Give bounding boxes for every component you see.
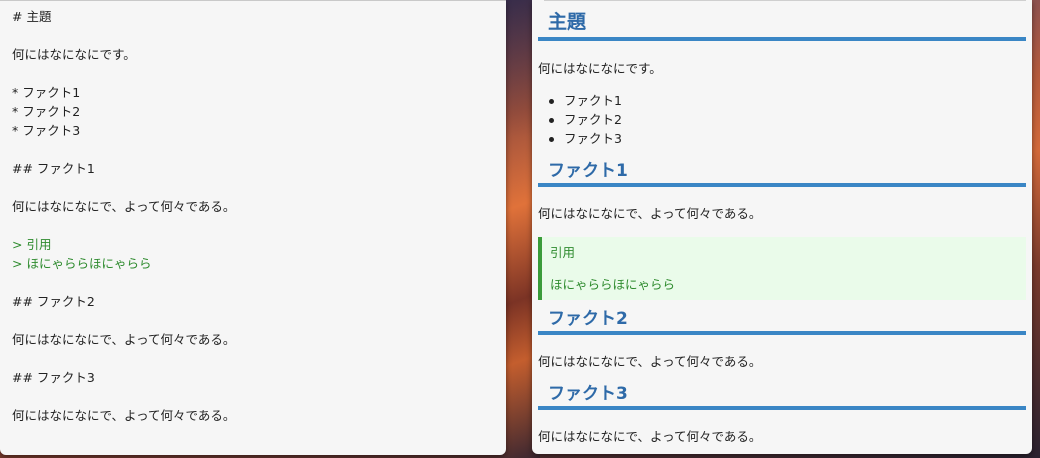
editor-line[interactable]: * ファクト1 <box>12 83 498 102</box>
editor-line[interactable]: ## ファクト1 <box>12 159 498 178</box>
preview-h1-title: 主題 <box>538 8 1026 41</box>
editor-line[interactable] <box>12 216 498 235</box>
markdown-source-text[interactable]: # 主題何にはなになにです。 * ファクト1 * ファクト2 * ファクト3 ## ファ… <box>12 7 498 425</box>
editor-line[interactable]: 何にはなになにで、よって何々である。 <box>12 330 498 349</box>
editor-line[interactable]: # 主題 <box>12 7 498 26</box>
editor-line[interactable] <box>12 140 498 159</box>
blockquote-line: 引用 <box>550 245 576 260</box>
preview-h2-fact3: ファクト3 <box>538 382 1026 410</box>
editor-line[interactable]: 何にはなになにで、よって何々である。 <box>12 406 498 425</box>
editor-quote-line[interactable]: > ほにゃららほにゃらら <box>12 254 498 273</box>
editor-line[interactable] <box>12 26 498 45</box>
editor-line[interactable] <box>12 64 498 83</box>
preview-fact2-paragraph: 何にはなになにで、よって何々である。 <box>538 354 762 369</box>
markdown-preview-pane: 主題 何にはなになにです。 ファクト1 ファクト2 ファクト3 ファクト1 何に… <box>532 0 1032 454</box>
preview-fact3-paragraph: 何にはなになにで、よって何々である。 <box>538 429 762 444</box>
editor-line[interactable] <box>12 273 498 292</box>
blockquote-line: ほにゃららほにゃらら <box>550 277 676 292</box>
editor-line[interactable]: * ファクト3 <box>12 121 498 140</box>
editor-quote-line[interactable]: > 引用 <box>12 235 498 254</box>
editor-line[interactable]: ## ファクト3 <box>12 368 498 387</box>
list-item: ファクト1 <box>549 93 622 108</box>
preview-fact-list: ファクト1 ファクト2 ファクト3 <box>549 91 622 148</box>
editor-line[interactable]: 何にはなになにで、よって何々である。 <box>12 197 498 216</box>
editor-line[interactable] <box>12 387 498 406</box>
list-item: ファクト3 <box>549 131 622 146</box>
editor-line[interactable] <box>12 349 498 368</box>
preview-h2-fact2: ファクト2 <box>538 307 1026 335</box>
editor-line[interactable]: * ファクト2 <box>12 102 498 121</box>
editor-line[interactable] <box>12 178 498 197</box>
editor-line[interactable]: 何にはなになにです。 <box>12 45 498 64</box>
editor-line[interactable]: ## ファクト2 <box>12 292 498 311</box>
preview-fact1-paragraph: 何にはなになにで、よって何々である。 <box>538 206 762 221</box>
preview-top-divider <box>544 0 1026 1</box>
preview-intro-paragraph: 何にはなになにです。 <box>538 61 662 76</box>
preview-blockquote: 引用 ほにゃららほにゃらら <box>538 237 1026 300</box>
markdown-editor-pane[interactable]: # 主題何にはなになにです。 * ファクト1 * ファクト2 * ファクト3 ## ファ… <box>0 0 506 455</box>
preview-h2-fact1: ファクト1 <box>538 159 1026 187</box>
list-item: ファクト2 <box>549 112 622 127</box>
editor-line[interactable] <box>12 311 498 330</box>
